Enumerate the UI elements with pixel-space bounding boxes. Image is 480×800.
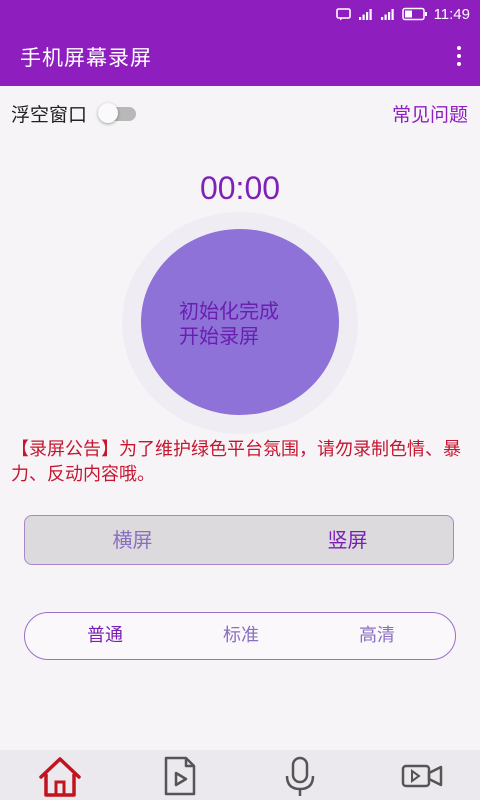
nav-camera[interactable]	[397, 754, 447, 800]
microphone-icon	[280, 754, 320, 800]
signal-icon	[380, 7, 396, 21]
record-button-text: 初始化完成 开始录屏	[179, 299, 279, 349]
home-icon	[36, 754, 84, 800]
status-bar: 11:49	[0, 0, 480, 28]
floating-window-toggle[interactable]	[98, 103, 138, 123]
app-title: 手机屏幕录屏	[20, 46, 152, 70]
floating-window-label: 浮空窗口	[11, 104, 88, 126]
status-time: 11:49	[433, 5, 470, 23]
overflow-menu-icon[interactable]	[454, 46, 464, 70]
quality-hd-button[interactable]: 高清	[297, 613, 457, 659]
nav-home[interactable]	[35, 754, 85, 800]
start-record-button[interactable]: 初始化完成 开始录屏	[141, 229, 339, 415]
orientation-portrait-button[interactable]: 竖屏	[240, 516, 455, 564]
faq-link[interactable]: 常见问题	[392, 100, 468, 127]
video-file-icon	[160, 754, 200, 800]
status-icons: 11:49	[335, 4, 470, 24]
record-action-text: 开始录屏	[179, 324, 259, 348]
app-bar: 手机屏幕录屏	[0, 28, 480, 86]
bottom-nav	[0, 750, 480, 800]
battery-icon	[401, 7, 428, 21]
signal-icon	[358, 7, 374, 21]
nav-videos[interactable]	[155, 754, 205, 800]
recording-notice: 【录屏公告】为了维护绿色平台氛围，请勿录制色情、暴力、反动内容哦。	[11, 439, 461, 485]
video-camera-icon	[399, 754, 445, 800]
quality-selector: 普通 标准 高清	[24, 612, 456, 660]
nav-audio[interactable]	[275, 754, 325, 800]
orientation-selector: 横屏 竖屏	[24, 515, 454, 565]
toggle-thumb	[98, 103, 118, 123]
notification-icon	[335, 7, 352, 21]
record-status-text: 初始化完成	[179, 299, 279, 323]
record-timer: 00:00	[199, 170, 281, 206]
orientation-landscape-button[interactable]: 横屏	[25, 516, 240, 564]
